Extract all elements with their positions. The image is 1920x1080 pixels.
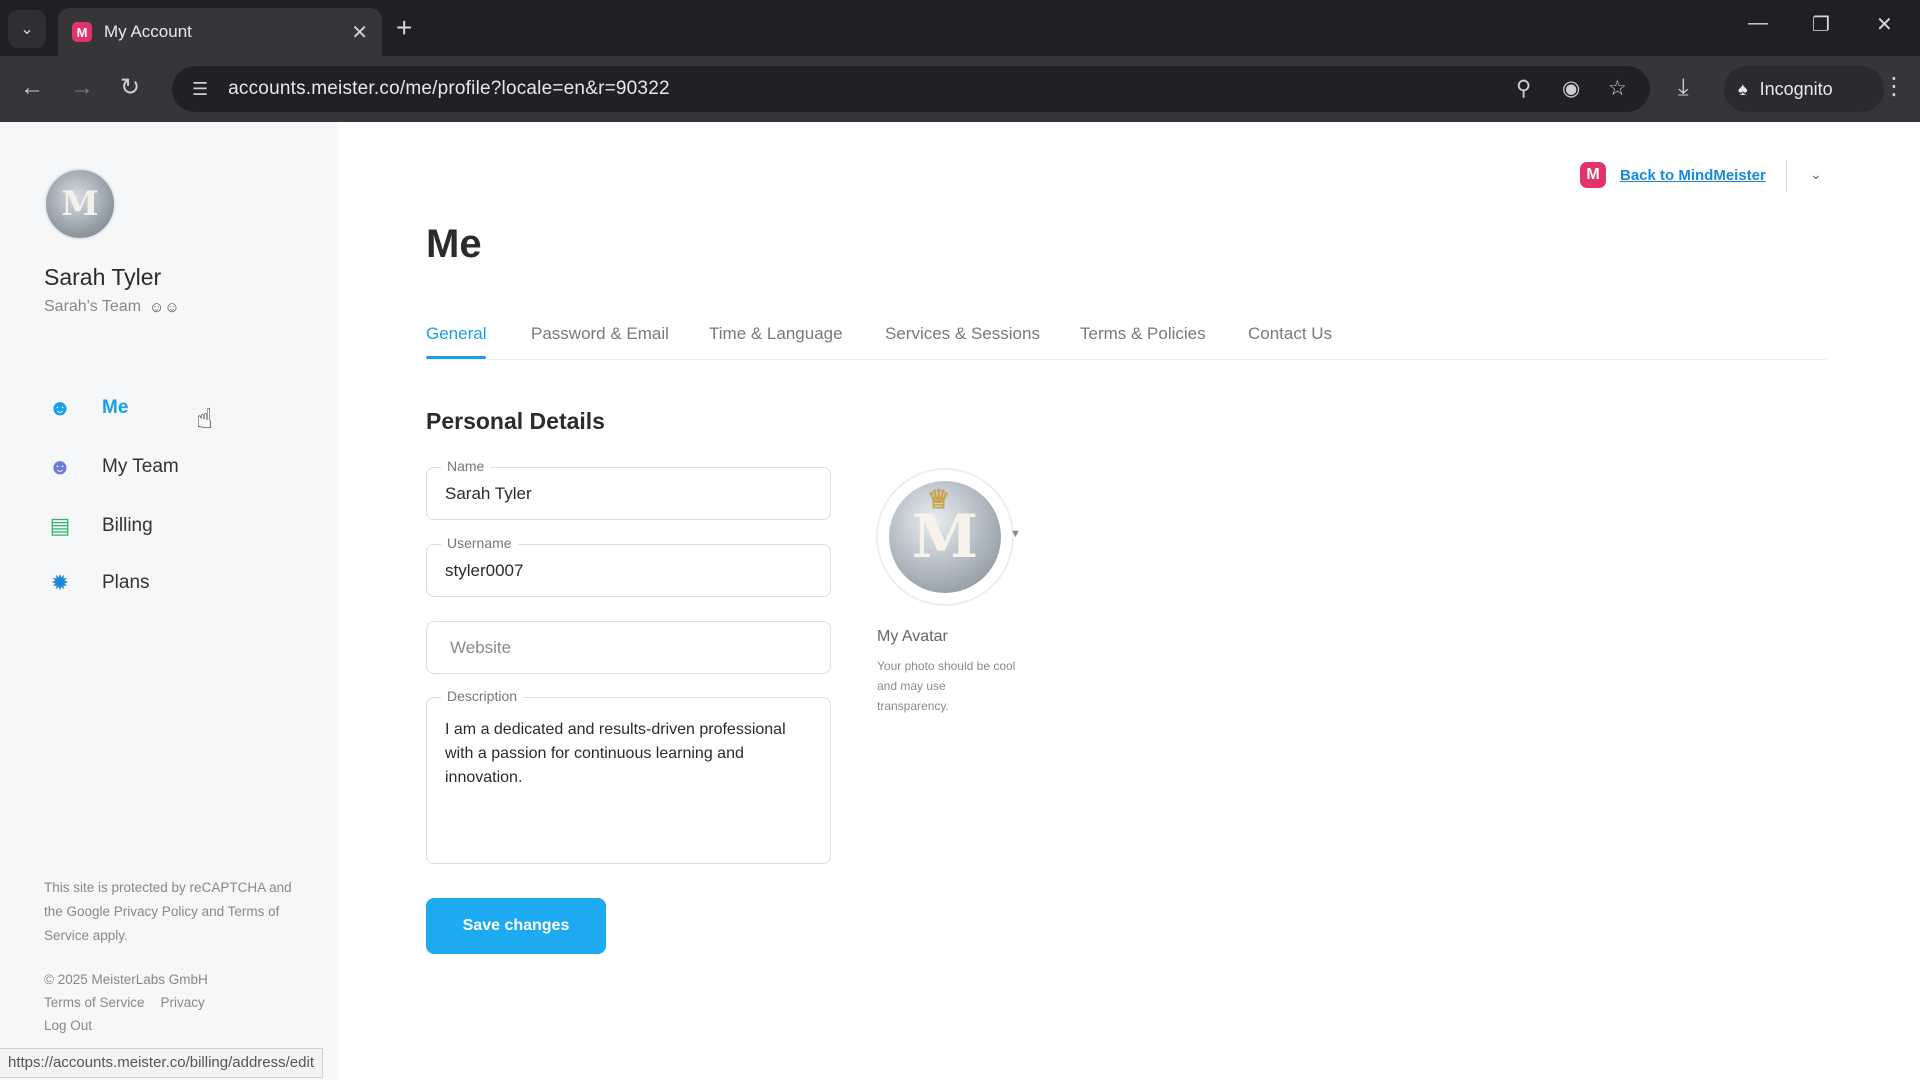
sidebar-item-my-team[interactable]: ☻ My Team xyxy=(44,451,179,483)
active-tab-indicator xyxy=(426,356,486,359)
tab-services-sessions[interactable]: Services & Sessions xyxy=(885,324,1040,344)
sidebar-item-label: Billing xyxy=(102,515,153,536)
browser-tabstrip: ⌄ M My Account ✕ + — ❐ ✕ xyxy=(0,0,1920,56)
terms-of-service-link[interactable]: Terms of Service xyxy=(44,991,145,1014)
avatar-label: My Avatar xyxy=(877,628,948,645)
close-window-icon[interactable]: ✕ xyxy=(1876,12,1893,37)
section-title: Personal Details xyxy=(426,408,605,434)
incognito-badge[interactable]: ♠ Incognito xyxy=(1724,66,1884,112)
billing-icon: ▤ xyxy=(49,513,71,538)
description-field-value[interactable]: I am a dedicated and results-driven prof… xyxy=(445,718,815,790)
recaptcha-notice: This site is protected by reCAPTCHA and … xyxy=(44,880,292,943)
url-text[interactable]: accounts.meister.co/me/profile?locale=en… xyxy=(228,78,670,100)
chevron-down-icon[interactable]: ⌄ xyxy=(1810,166,1822,183)
privacy-link[interactable]: Privacy xyxy=(161,991,205,1014)
hand-cursor-icon: ☝ xyxy=(196,403,214,434)
bookmark-star-icon[interactable]: ☆ xyxy=(1608,76,1627,101)
page-title: Me xyxy=(426,222,482,266)
sidebar-item-label: Me xyxy=(102,397,129,418)
avatar-menu-caret-icon[interactable]: ▼ xyxy=(1010,528,1021,540)
back-to-mindmeister-link[interactable]: M Back to MindMeister xyxy=(1580,162,1766,188)
browser-toolbar: ← → ↻ ☰ accounts.meister.co/me/profile?l… xyxy=(0,56,1920,122)
username-field[interactable]: Username styler0007 xyxy=(426,535,831,597)
sidebar-footer: © 2025 MeisterLabs GmbH Terms of Service… xyxy=(44,968,208,1037)
minimize-icon[interactable]: — xyxy=(1748,12,1768,35)
crown-icon: ♕ xyxy=(927,485,951,515)
team-icon: ☻ xyxy=(48,454,72,479)
avatar-image[interactable]: ♕ M xyxy=(889,481,1001,593)
sidebar-avatar[interactable]: M xyxy=(44,168,116,240)
team-members-icon: ☺☺ xyxy=(149,298,180,316)
reload-icon[interactable]: ↻ xyxy=(120,74,140,102)
tab-favicon-icon: M xyxy=(72,22,92,42)
avatar-uploader[interactable]: ♕ M xyxy=(876,468,1014,606)
sidebar: M Sarah Tyler Sarah's Team ☺☺ ☻ Me ☻ My … xyxy=(0,122,338,1080)
save-changes-button[interactable]: Save changes xyxy=(426,898,606,954)
tab-search-chevron-icon[interactable]: ⌄ xyxy=(8,10,46,48)
tab-terms-policies[interactable]: Terms & Policies xyxy=(1080,324,1206,344)
restore-icon[interactable]: ❐ xyxy=(1812,12,1830,37)
tracking-protection-icon[interactable]: ◉ xyxy=(1562,76,1580,101)
sidebar-item-billing[interactable]: ▤ Billing xyxy=(44,510,153,542)
header-divider xyxy=(1786,160,1787,192)
forward-arrow-icon[interactable]: → xyxy=(70,74,94,102)
username-field-value[interactable]: styler0007 xyxy=(445,561,523,581)
team-name-text: Sarah's Team xyxy=(44,298,142,315)
mindmeister-logo-icon: M xyxy=(1580,162,1606,188)
browser-tab[interactable]: M My Account ✕ xyxy=(58,8,382,56)
person-card-icon: ☻ xyxy=(48,395,72,420)
plans-star-icon: ✹ xyxy=(50,570,70,595)
incognito-label: Incognito xyxy=(1759,78,1833,99)
tab-password-email[interactable]: Password & Email xyxy=(531,324,669,344)
name-field-label: Name xyxy=(441,458,491,474)
description-field-label: Description xyxy=(441,688,524,704)
sidebar-item-me[interactable]: ☻ Me xyxy=(44,392,128,424)
name-field-value[interactable]: Sarah Tyler xyxy=(445,484,532,504)
tab-general[interactable]: General xyxy=(426,324,486,344)
site-info-icon[interactable]: ☰ xyxy=(192,79,208,100)
description-field[interactable]: Description I am a dedicated and results… xyxy=(426,688,831,864)
avatar-hint: Your photo should be cool and may use tr… xyxy=(877,659,1016,713)
close-tab-icon[interactable]: ✕ xyxy=(351,20,368,45)
sidebar-item-plans[interactable]: ✹ Plans xyxy=(44,567,150,599)
website-field[interactable]: Website xyxy=(426,621,831,674)
status-bar-url: https://accounts.meister.co/billing/addr… xyxy=(0,1048,323,1078)
zoom-icon[interactable]: ⚲ xyxy=(1516,76,1531,101)
name-field[interactable]: Name Sarah Tyler xyxy=(426,458,831,520)
incognito-icon: ♠ xyxy=(1738,78,1748,99)
new-tab-icon[interactable]: + xyxy=(396,12,412,44)
sidebar-item-label: My Team xyxy=(102,456,179,477)
website-field-placeholder[interactable]: Website xyxy=(450,638,511,658)
back-arrow-icon[interactable]: ← xyxy=(20,74,44,102)
log-out-link[interactable]: Log Out xyxy=(44,1014,208,1037)
settings-tabs: General Password & Email Time & Language… xyxy=(426,318,1826,360)
address-bar[interactable]: ☰ accounts.meister.co/me/profile?locale=… xyxy=(172,66,1650,112)
sidebar-user-name: Sarah Tyler xyxy=(44,264,162,290)
tab-title: My Account xyxy=(104,22,192,41)
sidebar-item-label: Plans xyxy=(102,572,150,593)
sidebar-team-name: Sarah's Team ☺☺ xyxy=(44,298,180,316)
copyright-text: © 2025 MeisterLabs GmbH xyxy=(44,972,208,987)
browser-menu-icon[interactable]: ⋮ xyxy=(1882,72,1906,101)
tab-time-language[interactable]: Time & Language xyxy=(709,324,843,344)
username-field-label: Username xyxy=(441,535,518,551)
download-icon[interactable]: ⤓ xyxy=(1678,74,1689,102)
back-to-mindmeister-label[interactable]: Back to MindMeister xyxy=(1620,167,1766,184)
tab-contact-us[interactable]: Contact Us xyxy=(1248,324,1332,344)
